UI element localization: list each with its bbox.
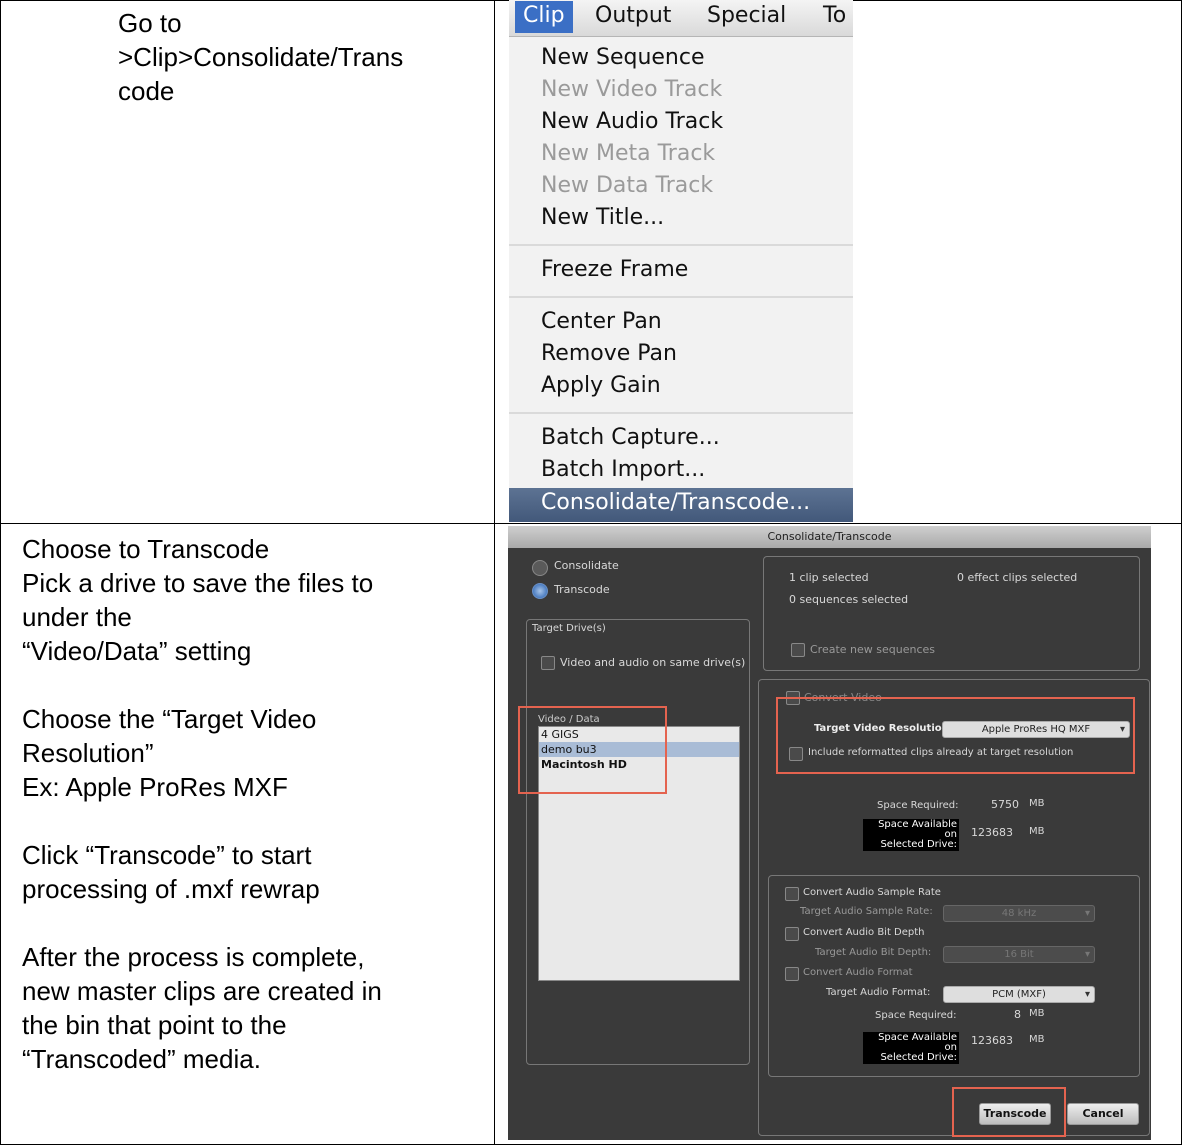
step1-line: code [118,76,175,106]
step2-line: After the process is complete, [22,942,365,972]
same-drive-label: Video and audio on same drive(s) [560,656,746,669]
menu-item-consolidate-transcode[interactable]: Consolidate/Transcode... [509,488,853,522]
target-audio-format-label: Target Audio Format: [826,987,931,998]
menu-bar: Clip Output Special To [509,0,853,37]
table-divider-vertical [494,0,495,1145]
menu-item-batch-capture[interactable]: Batch Capture... [541,425,720,450]
table-border-left [0,0,1,1145]
create-sequences-label: Create new sequences [810,643,936,656]
effect-clips-selected: 0 effect clips selected [957,571,1078,584]
step2-line: “Video/Data” setting [22,636,252,666]
target-bit-depth-label: Target Audio Bit Depth: [815,947,932,958]
create-sequences-checkbox[interactable] [791,643,805,657]
convert-bit-depth-label: Convert Audio Bit Depth [803,927,925,938]
menu-item-new-sequence[interactable]: New Sequence [541,45,705,70]
step2-line: under the [22,602,132,632]
menu-item-remove-pan[interactable]: Remove Pan [541,341,677,366]
dialog-title: Consolidate/Transcode [508,526,1151,548]
step1-line: >Clip>Consolidate/Trans [118,42,404,72]
menu-clip[interactable]: Clip [515,1,573,33]
step2-line: Pick a drive to save the files to [22,568,374,598]
audio-space-required-unit: MB [1029,1008,1045,1019]
audio-space-available-unit: MB [1029,1034,1045,1045]
target-drives-label: Target Drive(s) [532,623,606,634]
target-sample-rate-dropdown[interactable]: 48 kHz [943,905,1095,922]
menu-separator [509,244,853,246]
menu-separator [509,296,853,298]
video-space-available-label-line1: Space Available on [878,819,957,840]
sequences-selected: 0 sequences selected [789,593,909,606]
step2-line: new master clips are created in [22,976,382,1006]
step2-line: Choose the “Target Video [22,704,317,734]
step1-line: Go to [118,8,182,38]
audio-space-available-value: 123683 [971,1034,1013,1047]
audio-space-available-label-line2: Selected Drive: [880,1052,957,1063]
audio-space-available-label: Space Available on Selected Drive: [863,1032,959,1064]
video-space-available-unit: MB [1029,826,1045,837]
convert-audio-format-checkbox[interactable] [785,967,799,981]
step2-line: Resolution” [22,738,154,768]
highlight-video-resolution [776,697,1135,774]
clips-selected: 1 clip selected [789,571,869,584]
table-divider-horizontal [0,523,1182,524]
convert-sample-rate-checkbox[interactable] [785,887,799,901]
step2-line: Choose to Transcode [22,534,270,564]
menu-item-new-audio-track[interactable]: New Audio Track [541,109,723,134]
audio-space-required-label: Space Required: [875,1010,957,1021]
cancel-button[interactable]: Cancel [1067,1103,1139,1125]
video-space-available-label-line2: Selected Drive: [880,839,957,850]
menu-item-new-meta-track: New Meta Track [541,141,716,166]
audio-space-required-value: 8 [1014,1008,1021,1021]
step2-line: the bin that point to the [22,1010,287,1040]
menu-item-center-pan[interactable]: Center Pan [541,309,662,334]
highlight-drive-list [518,706,667,794]
clip-menu: Clip Output Special To New Sequence New … [509,0,853,522]
menu-special[interactable]: Special [707,3,786,28]
target-sample-rate-label: Target Audio Sample Rate: [800,906,933,917]
video-space-required-unit: MB [1029,798,1045,809]
target-audio-format-dropdown[interactable]: PCM (MXF) [943,986,1095,1003]
step2-line: processing of .mxf rewrap [22,874,320,904]
video-space-available-label: Space Available on Selected Drive: [863,819,959,851]
menu-item-new-video-track: New Video Track [541,77,723,102]
consolidate-label: Consolidate [554,559,619,572]
menu-item-batch-import[interactable]: Batch Import... [541,457,705,482]
transcode-label: Transcode [554,583,610,596]
convert-audio-format-label: Convert Audio Format [803,967,913,978]
step2-line: Click “Transcode” to start [22,840,312,870]
video-space-required-value: 5750 [991,798,1019,811]
step2-line: “Transcoded” media. [22,1044,261,1074]
same-drive-checkbox[interactable] [541,656,555,670]
transcode-radio[interactable] [532,583,548,599]
menu-item-new-data-track: New Data Track [541,173,714,198]
highlight-transcode-button [952,1087,1066,1137]
menu-output[interactable]: Output [595,3,671,28]
convert-bit-depth-checkbox[interactable] [785,927,799,941]
menu-item-new-title[interactable]: New Title... [541,205,664,230]
step2-line: Ex: Apple ProRes MXF [22,772,288,802]
audio-space-available-label-line1: Space Available on [878,1032,957,1053]
convert-sample-rate-label: Convert Audio Sample Rate [803,887,941,898]
menu-item-freeze-frame[interactable]: Freeze Frame [541,257,688,282]
target-bit-depth-dropdown[interactable]: 16 Bit [943,946,1095,963]
consolidate-transcode-dialog: Consolidate/Transcode Consolidate Transc… [508,526,1151,1140]
menu-item-consolidate-transcode-label: Consolidate/Transcode... [541,490,811,515]
video-space-required-label: Space Required: [877,800,959,811]
menu-separator [509,412,853,414]
menu-item-apply-gain[interactable]: Apply Gain [541,373,661,398]
menu-tools[interactable]: To [823,3,846,28]
consolidate-radio[interactable] [532,560,548,576]
video-space-available-value: 123683 [971,826,1013,839]
